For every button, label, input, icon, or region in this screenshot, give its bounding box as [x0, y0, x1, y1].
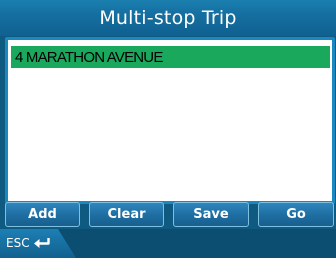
list-item[interactable]: 4 MARATHON AVENUE	[11, 46, 330, 68]
enter-arrow-icon	[34, 238, 50, 248]
bottom-bar: ESC	[0, 229, 336, 258]
screen: Multi-stop Trip 4 MARATHON AVENUE Add Cl…	[0, 0, 336, 258]
list-item-label: 4 MARATHON AVENUE	[15, 48, 163, 66]
save-button[interactable]: Save	[173, 202, 249, 227]
title-bar: Multi-stop Trip	[0, 0, 336, 36]
toolbar: Add Clear Save Go	[0, 202, 336, 227]
add-button[interactable]: Add	[5, 202, 80, 227]
esc-label: ESC	[6, 236, 30, 250]
go-button[interactable]: Go	[258, 202, 334, 227]
page-title: Multi-stop Trip	[99, 7, 237, 29]
clear-button[interactable]: Clear	[89, 202, 164, 227]
esc-button[interactable]: ESC	[0, 229, 78, 258]
save-button-label: Save	[193, 207, 229, 222]
trip-stop-list[interactable]: 4 MARATHON AVENUE	[5, 37, 335, 204]
go-button-label: Go	[286, 207, 306, 222]
add-button-label: Add	[28, 207, 57, 222]
clear-button-label: Clear	[107, 207, 146, 222]
